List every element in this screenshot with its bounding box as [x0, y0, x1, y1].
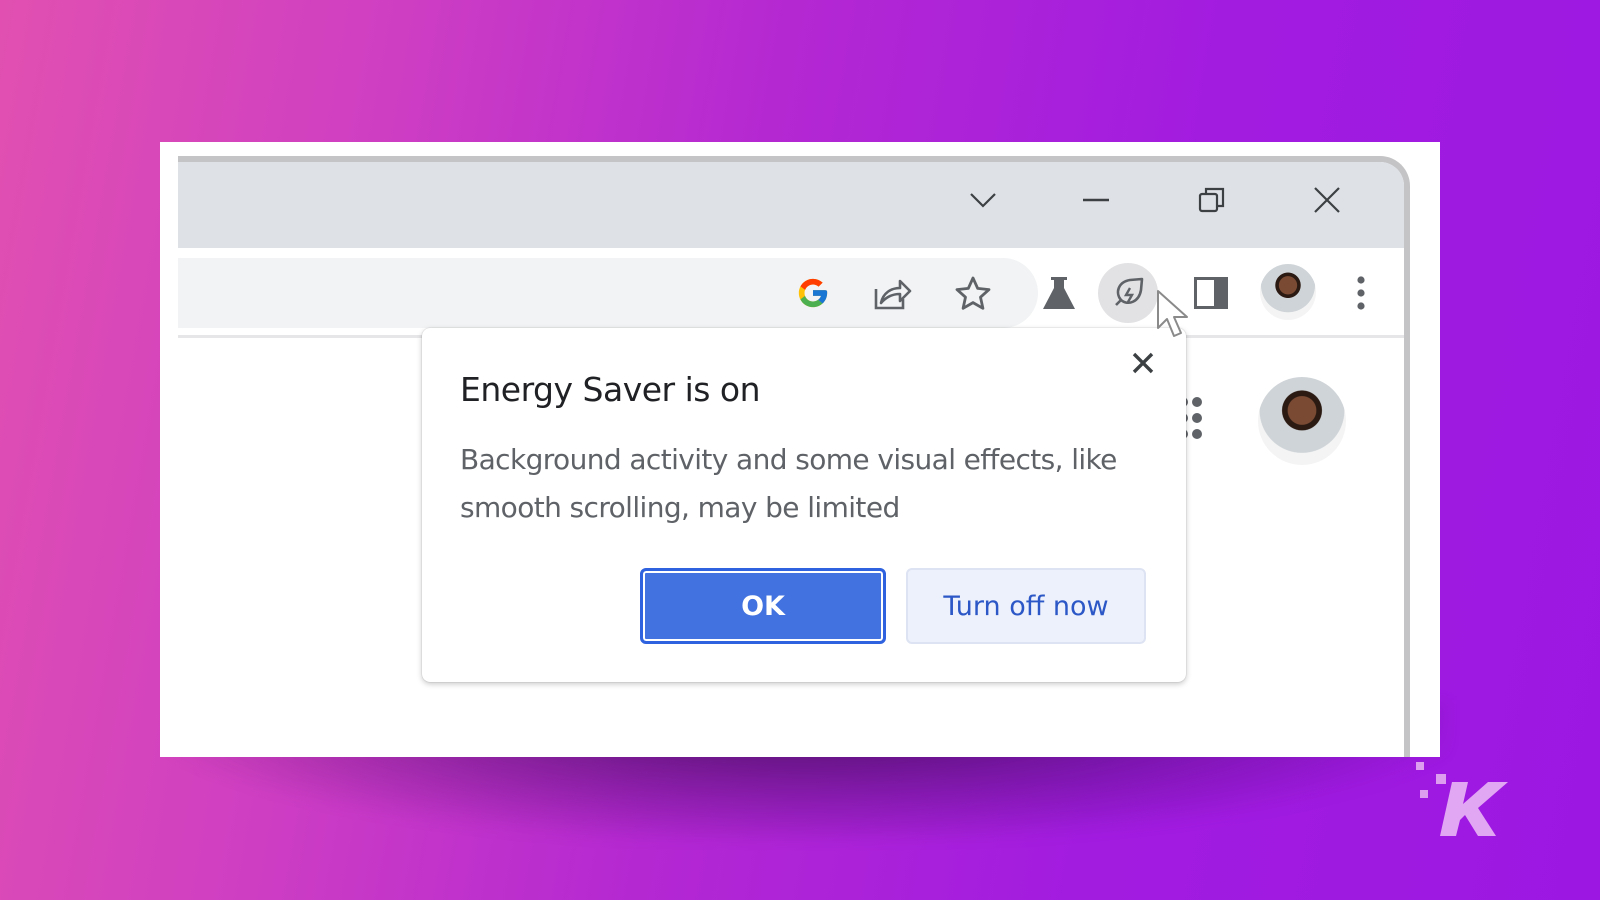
close-window-button[interactable]: [1302, 180, 1352, 220]
google-g-icon: [798, 278, 828, 308]
toolbar: [178, 248, 1404, 338]
mouse-cursor-icon: [1157, 290, 1188, 337]
profile-avatar[interactable]: [1260, 264, 1316, 320]
energy-saver-dialog: Energy Saver is on Background activity a…: [422, 328, 1186, 682]
dialog-close-button[interactable]: [1126, 346, 1160, 380]
share-button[interactable]: [868, 268, 918, 318]
turn-off-now-button[interactable]: Turn off now: [906, 568, 1146, 644]
google-lens-button[interactable]: [788, 268, 838, 318]
share-icon: [874, 279, 912, 310]
energy-saver-button[interactable]: [1098, 263, 1158, 323]
apps-dot: [1192, 397, 1202, 407]
dialog-title: Energy Saver is on: [460, 370, 761, 409]
more-menu-icon: [1357, 276, 1365, 310]
bookmark-button[interactable]: [948, 268, 998, 318]
star-icon: [955, 276, 991, 310]
minimize-icon: [1083, 198, 1109, 202]
ok-button[interactable]: OK: [640, 568, 886, 644]
energy-saver-leaf-icon: [1115, 277, 1144, 306]
title-bar: [178, 162, 1404, 248]
chevron-down-icon: [970, 193, 996, 208]
side-panel-icon: [1194, 277, 1228, 309]
chrome-labs-button[interactable]: [1034, 268, 1084, 318]
apps-dot: [1192, 413, 1202, 423]
screenshot-frame: Energy Saver is on Background activity a…: [160, 142, 1440, 757]
knowtechie-k-logo: [1416, 762, 1508, 836]
minimize-button[interactable]: [1071, 180, 1121, 220]
restore-button[interactable]: [1187, 180, 1237, 220]
browser-window: Energy Saver is on Background activity a…: [178, 156, 1410, 757]
account-avatar[interactable]: [1258, 377, 1346, 465]
restore-icon: [1198, 187, 1225, 213]
address-bar[interactable]: [178, 258, 1038, 328]
tab-search-button[interactable]: [958, 180, 1008, 220]
close-icon: [1132, 352, 1154, 374]
close-icon: [1314, 187, 1340, 213]
more-menu-button[interactable]: [1336, 268, 1386, 318]
dialog-body: Background activity and some visual effe…: [460, 443, 1117, 524]
apps-dot: [1192, 429, 1202, 439]
labs-flask-icon: [1043, 277, 1075, 309]
